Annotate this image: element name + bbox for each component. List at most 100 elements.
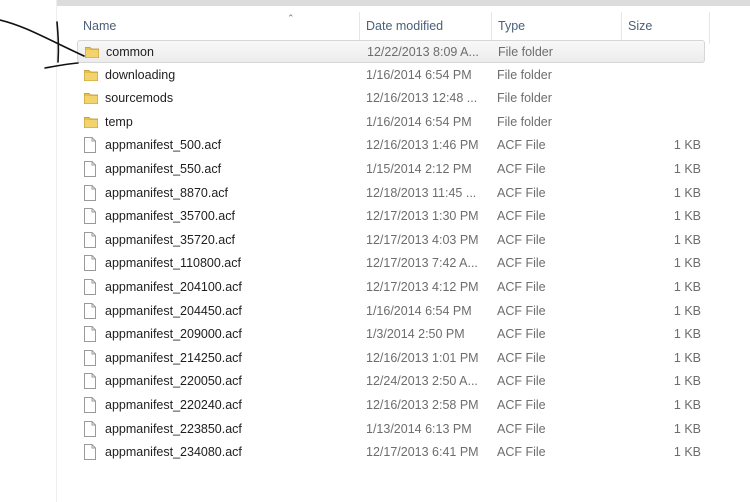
- file-name: appmanifest_550.acf: [105, 162, 222, 176]
- column-header-date-label: Date modified: [366, 19, 444, 33]
- file-size: 1 KB: [673, 351, 701, 365]
- file-icon: [83, 205, 99, 228]
- file-icon: [83, 370, 99, 393]
- file-icon: [83, 134, 99, 157]
- file-icon: [83, 276, 99, 299]
- file-type: ACF File: [497, 398, 546, 412]
- date-modified: 12/16/2013 12:48 ...: [366, 91, 478, 105]
- date-modified: 12/17/2013 6:41 PM: [366, 445, 479, 459]
- file-icon: [83, 418, 99, 441]
- file-size: [625, 111, 701, 134]
- pane-divider: [56, 0, 57, 502]
- column-header-date-modified[interactable]: Date modified: [360, 12, 492, 44]
- column-header-name[interactable]: ⌃ Name: [77, 12, 360, 44]
- folder-icon: [84, 41, 100, 64]
- column-header-type[interactable]: Type: [492, 12, 622, 44]
- file-type: ACF File: [497, 445, 546, 459]
- file-size: 1 KB: [673, 186, 701, 200]
- file-type: File folder: [497, 91, 552, 105]
- folder-row[interactable]: sourcemods 12/16/2013 12:48 ... File folde…: [77, 87, 705, 110]
- file-name: appmanifest_500.acf: [105, 138, 222, 152]
- file-row[interactable]: appmanifest_500.acf 12/16/2013 1:46 PM ACF…: [77, 134, 705, 157]
- file-icon: [83, 229, 99, 252]
- file-type: ACF File: [497, 374, 546, 388]
- date-modified: 1/16/2014 6:54 PM: [366, 304, 472, 318]
- file-name: appmanifest_220240.acf: [105, 398, 242, 412]
- folder-row[interactable]: downloading 1/16/2014 6:54 PM File folder: [77, 64, 705, 87]
- file-type: ACF File: [497, 162, 546, 176]
- date-modified: 1/3/2014 2:50 PM: [366, 327, 465, 341]
- file-size: 1 KB: [673, 327, 701, 341]
- date-modified: 12/22/2013 8:09 A...: [367, 45, 479, 59]
- file-size: 1 KB: [673, 445, 701, 459]
- folder-row[interactable]: common 12/22/2013 8:09 A... File folder: [77, 40, 705, 63]
- file-icon: [83, 252, 99, 275]
- date-modified: 1/13/2014 6:13 PM: [366, 422, 472, 436]
- file-icon: [83, 158, 99, 181]
- file-row[interactable]: appmanifest_550.acf 1/15/2014 2:12 PM ACF …: [77, 158, 705, 181]
- column-divider[interactable]: [709, 12, 710, 44]
- file-name: appmanifest_8870.acf: [105, 186, 229, 200]
- file-type: File folder: [497, 68, 552, 82]
- column-header-size-label: Size: [628, 19, 653, 33]
- file-name: appmanifest_220050.acf: [105, 374, 242, 388]
- column-header-name-label: Name: [83, 19, 117, 33]
- file-type: ACF File: [497, 186, 546, 200]
- file-size: 1 KB: [673, 304, 701, 318]
- file-size: [625, 87, 701, 110]
- date-modified: 1/15/2014 2:12 PM: [366, 162, 472, 176]
- file-size: 1 KB: [673, 138, 701, 152]
- file-size: 1 KB: [673, 162, 701, 176]
- file-size: 1 KB: [673, 398, 701, 412]
- file-name: temp: [105, 115, 133, 129]
- file-icon: [83, 182, 99, 205]
- file-row[interactable]: appmanifest_204100.acf 12/17/2013 4:12 PM…: [77, 276, 705, 299]
- file-type: File folder: [498, 45, 553, 59]
- column-header-bar: ⌃ Name Date modified Type Size: [57, 0, 750, 44]
- file-name: appmanifest_204450.acf: [105, 304, 242, 318]
- column-header-type-label: Type: [498, 19, 526, 33]
- file-name: appmanifest_110800.acf: [105, 256, 241, 270]
- file-type: ACF File: [497, 256, 546, 270]
- file-name: appmanifest_214250.acf: [105, 351, 242, 365]
- file-row[interactable]: appmanifest_8870.acf 12/18/2013 11:45 ...…: [77, 182, 705, 205]
- file-name: appmanifest_223850.acf: [105, 422, 242, 436]
- date-modified: 12/16/2013 1:46 PM: [366, 138, 479, 152]
- folder-icon: [83, 111, 99, 134]
- file-type: ACF File: [497, 351, 546, 365]
- file-name: appmanifest_35700.acf: [105, 209, 235, 223]
- file-size: 1 KB: [673, 209, 701, 223]
- file-row[interactable]: appmanifest_223850.acf 1/13/2014 6:13 PM A…: [77, 418, 705, 441]
- file-name: appmanifest_204100.acf: [105, 280, 242, 294]
- file-row[interactable]: appmanifest_220050.acf 12/24/2013 2:50 A.…: [77, 370, 705, 393]
- file-name: sourcemods: [105, 91, 174, 105]
- file-size: 1 KB: [673, 280, 701, 294]
- file-size: [626, 41, 702, 64]
- file-row[interactable]: appmanifest_234080.acf 12/17/2013 6:41 PM…: [77, 441, 705, 464]
- file-row[interactable]: appmanifest_214250.acf 12/16/2013 1:01 PM…: [77, 347, 705, 370]
- file-type: File folder: [497, 115, 552, 129]
- file-row[interactable]: appmanifest_209000.acf 1/3/2014 2:50 PM AC…: [77, 323, 705, 346]
- file-type: ACF File: [497, 138, 546, 152]
- file-size: 1 KB: [673, 256, 701, 270]
- file-row[interactable]: appmanifest_35700.acf 12/17/2013 1:30 PM A…: [77, 205, 705, 228]
- file-icon: [83, 300, 99, 323]
- navigation-pane: [0, 0, 57, 502]
- file-icon: [83, 441, 99, 464]
- file-name: appmanifest_209000.acf: [105, 327, 242, 341]
- file-row[interactable]: appmanifest_220240.acf 12/16/2013 2:58 PM…: [77, 394, 705, 417]
- file-row[interactable]: appmanifest_35720.acf 12/17/2013 4:03 PM A…: [77, 229, 705, 252]
- file-name: appmanifest_234080.acf: [105, 445, 242, 459]
- file-name: downloading: [105, 68, 176, 82]
- file-row[interactable]: appmanifest_110800.acf 12/17/2013 7:42 A.…: [77, 252, 705, 275]
- column-header-size[interactable]: Size: [622, 12, 710, 44]
- file-icon: [83, 394, 99, 417]
- folder-row[interactable]: temp 1/16/2014 6:54 PM File folder: [77, 111, 705, 134]
- date-modified: 12/17/2013 4:03 PM: [366, 233, 479, 247]
- folder-icon: [83, 64, 99, 87]
- date-modified: 12/17/2013 1:30 PM: [366, 209, 479, 223]
- file-icon: [83, 323, 99, 346]
- file-row[interactable]: appmanifest_204450.acf 1/16/2014 6:54 PM A…: [77, 300, 705, 323]
- file-name: appmanifest_35720.acf: [105, 233, 235, 247]
- date-modified: 12/17/2013 7:42 A...: [366, 256, 478, 270]
